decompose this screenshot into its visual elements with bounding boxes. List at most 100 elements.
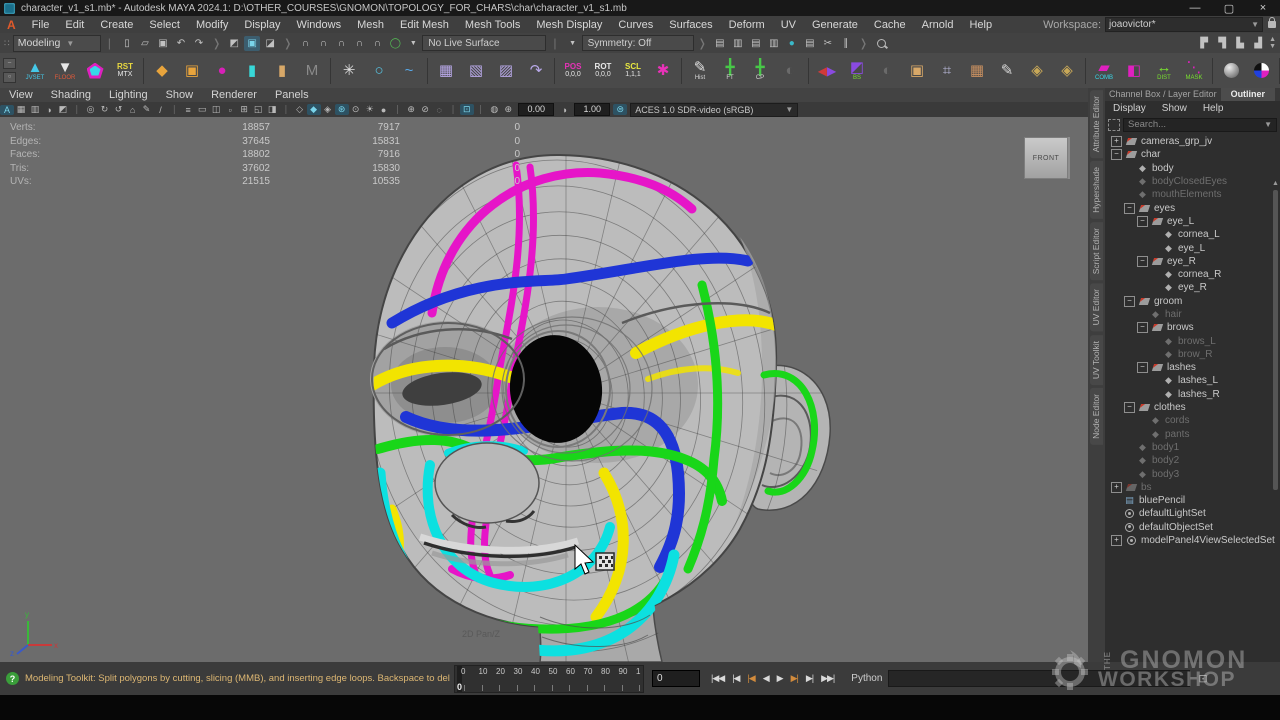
status-spinner[interactable]: ▲▼ [1269,36,1276,50]
blendshape-bs-icon[interactable]: ◩BS [843,56,871,86]
panel-menu-lighting[interactable]: Lighting [100,89,157,101]
shelf-option-button[interactable]: ○ [3,72,16,83]
current-frame-field[interactable]: 0 [652,670,700,687]
layout-single-icon[interactable]: ▛ [1196,36,1212,51]
colorspace-selector[interactable]: ACES 1.0 SDR-video (sRGB)▼ [630,103,798,117]
play-backwards-button[interactable]: ◀ [760,673,772,684]
snap-view-icon[interactable]: ∩ [369,36,385,51]
select-hierarchy-icon[interactable]: ◩ [226,36,242,51]
layout-three-icon[interactable]: ▙ [1232,36,1248,51]
curve-arrow-icon[interactable]: ↷ [522,56,550,86]
menu-uv[interactable]: UV [773,19,804,31]
tab-hypershade[interactable]: Hypershade [1090,161,1103,219]
step-back-key-button[interactable]: |◀ [744,673,757,684]
render-settings-icon[interactable]: ▤ [712,36,728,51]
panel-toolbar-icon[interactable]: ↻ [98,104,112,115]
menu-create[interactable]: Create [92,19,141,31]
expand-icon[interactable]: + [1111,482,1122,493]
hist-pencil-icon[interactable]: ✎Hist [686,56,714,86]
jvset-shelf-icon[interactable]: ▲JVSET [21,56,49,86]
pencil-slash-icon[interactable]: ✎ [993,56,1021,86]
dist-icon[interactable]: ↔DIST [1150,56,1178,86]
panel-toolbar-icon[interactable]: ⊡ [460,104,474,115]
tree-row[interactable]: ◆eye_L [1105,241,1280,254]
layout-four-icon[interactable]: ▟ [1250,36,1266,51]
collapse-icon[interactable]: − [1137,362,1148,373]
menu-surfaces[interactable]: Surfaces [661,19,720,31]
panel-toolbar-icon[interactable]: ◩ [56,104,70,115]
panel-toolbar-icon[interactable]: ▫ [223,105,237,115]
curve-tool-icon[interactable]: ~ [395,56,423,86]
panel-toolbar-icon[interactable]: ◫ [209,104,223,115]
tree-row[interactable]: ▤bluePencil [1105,494,1280,507]
gray-ball-icon[interactable] [1217,56,1245,86]
scl-reset-icon[interactable]: SCL1,1,1 [619,56,647,86]
lattice-icon[interactable]: ⌗ [933,56,961,86]
viewport-canvas[interactable]: Verts:1885779170Edges:37645158310Faces:1… [0,117,1088,662]
tree-row[interactable]: ◆cords [1105,414,1280,427]
play-forwards-button[interactable]: ▶ [774,673,786,684]
open-scene-icon[interactable]: ▱ [137,36,153,51]
view-cube[interactable]: FRONT [1024,137,1068,179]
menu-edit[interactable]: Edit [57,19,92,31]
gamma-icon[interactable]: ◑ [557,105,571,115]
hypershade-icon[interactable]: ▥ [730,36,746,51]
auto-key-icon[interactable]: ⊡ [1198,672,1207,685]
outliner-menu-display[interactable]: Display [1105,103,1154,114]
go-to-start-button[interactable]: |◀◀ [708,673,727,684]
lock-icon[interactable] [1268,21,1276,28]
panel-toolbar-icon[interactable]: ◎ [84,104,98,115]
minimize-button[interactable]: — [1178,2,1212,15]
comb-icon[interactable]: ▰COMB [1090,56,1118,86]
tree-row[interactable]: +cameras_grp_jv [1105,135,1280,148]
starburst-icon[interactable]: ✱ [649,56,677,86]
diamond-dot-1-icon[interactable]: ◈ [1023,56,1051,86]
panel-toolbar-icon[interactable]: ≡ [181,105,195,115]
panel-toolbar-icon[interactable]: ◇ [293,104,307,115]
snap-grid-icon[interactable]: ∩ [297,36,313,51]
small-cubes-icon[interactable]: ▦ [963,56,991,86]
collapse-icon[interactable]: − [1124,296,1135,307]
expand-icon[interactable]: + [1111,535,1122,546]
tree-row[interactable]: −eyes [1105,201,1280,214]
tree-row[interactable]: +bs [1105,481,1280,494]
select-component-icon[interactable]: ◪ [262,36,278,51]
panel-menu-shading[interactable]: Shading [42,89,100,101]
collapse-icon[interactable]: − [1137,322,1148,333]
panel-toolbar-icon[interactable]: ⊞ [237,104,251,115]
no-live-surface-field[interactable]: No Live Surface [422,35,546,51]
menu-arnold[interactable]: Arnold [914,19,962,31]
panel-toolbar-icon[interactable]: ⌂ [126,105,140,115]
color-squares-icon[interactable]: ◧ [1120,56,1148,86]
m-letter-icon[interactable]: M [298,56,326,86]
tab-script-editor[interactable]: Script Editor [1090,222,1103,280]
tree-row[interactable]: ◆cornea_L [1105,228,1280,241]
color-managed-icon[interactable]: ⊜ [613,104,627,115]
diamond-dot-2-icon[interactable]: ◈ [1053,56,1081,86]
go-to-end-button[interactable]: ▶▶| [818,673,837,684]
menu-curves[interactable]: Curves [610,19,661,31]
panel-toolbar-icon[interactable]: ◈ [321,104,335,115]
outliner-scrollbar[interactable]: ▲ ▼ [1272,180,1279,662]
mask-icon[interactable]: ⋱MASK [1180,56,1208,86]
poly-diamond-icon[interactable]: ◆ [148,56,176,86]
menu-file[interactable]: File [24,19,58,31]
wire-cube-2-icon[interactable]: ▧ [462,56,490,86]
ipr-render-icon[interactable]: ▤ [802,36,818,51]
panel-toolbar-icon[interactable]: ◨ [265,104,279,115]
menu-edit-mesh[interactable]: Edit Mesh [392,19,457,31]
panel-menu-show[interactable]: Show [157,89,203,101]
ft-axis-icon[interactable]: ╋FT [716,56,744,86]
tree-row[interactable]: −lashes [1105,361,1280,374]
collapse-icon[interactable]: − [1124,402,1135,413]
panel-menu-view[interactable]: View [0,89,42,101]
tree-row[interactable]: ◆brow_R [1105,348,1280,361]
make-live-icon[interactable]: ◯ [387,36,403,51]
tree-row[interactable]: ◆hair [1105,308,1280,321]
panel-toolbar-icon[interactable]: / [154,105,168,115]
step-back-frame-button[interactable]: |◀ [729,673,742,684]
menu-windows[interactable]: Windows [288,19,349,31]
tree-row[interactable]: defaultObjectSet [1105,521,1280,534]
search-icon[interactable] [873,36,889,51]
exposure-icon[interactable]: ⊕ [501,104,515,115]
